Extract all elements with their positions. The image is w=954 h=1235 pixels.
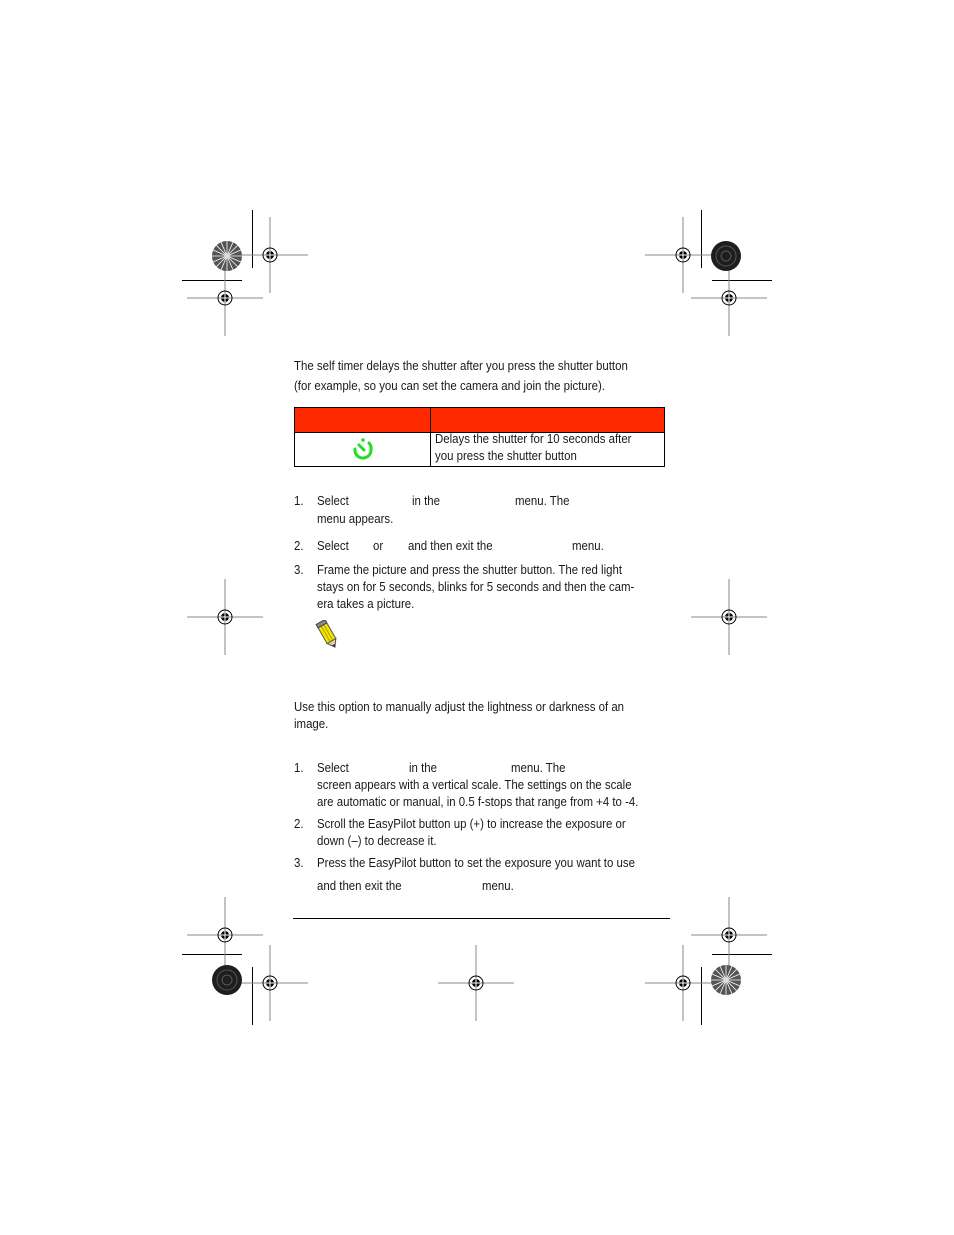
step-text: down (–) to decrease it.	[317, 833, 437, 848]
starburst-target-icon	[710, 964, 742, 1001]
table-cell-description: Delays the shutter for 10 seconds after	[435, 431, 632, 446]
dark-target-icon	[710, 240, 742, 277]
registration-crosshair-icon	[691, 579, 767, 655]
pencil-note-icon	[315, 618, 341, 655]
step-text: Frame the picture and press the shutter …	[317, 562, 623, 577]
step-text: screen appears with a vertical scale. Th…	[317, 777, 632, 792]
step-text: or	[373, 538, 384, 553]
step-number: 2.	[294, 538, 304, 553]
starburst-target-icon	[211, 240, 243, 277]
step-number: 1.	[294, 760, 304, 775]
step-text: menu.	[572, 538, 604, 553]
step-text: era takes a picture.	[317, 596, 415, 611]
step-text: menu. The	[511, 760, 566, 775]
table-header	[295, 408, 664, 432]
self-timer-icon	[351, 437, 377, 466]
table-cell-description: you press the shutter button	[435, 448, 577, 463]
dark-target-icon	[211, 964, 243, 1001]
table-column-divider	[430, 408, 431, 466]
step-number: 3.	[294, 562, 304, 577]
step-text: in the	[409, 760, 437, 775]
step-text: menu appears.	[317, 511, 394, 526]
step-text: menu.	[482, 878, 514, 893]
step-text: Select	[317, 760, 349, 775]
step-text: in the	[412, 493, 440, 508]
registration-crosshair-icon	[187, 579, 263, 655]
registration-crosshair-icon	[232, 945, 308, 1021]
footer-rule	[293, 918, 670, 919]
self-timer-intro-line: The self timer delays the shutter after …	[294, 358, 628, 373]
step-text: Press the EasyPilot button to set the ex…	[317, 855, 635, 870]
step-number: 3.	[294, 855, 304, 870]
step-text: and then exit the	[317, 878, 402, 893]
step-text: are automatic or manual, in 0.5 f-stops …	[317, 794, 639, 809]
step-text: and then exit the	[408, 538, 493, 553]
self-timer-intro-line: (for example, so you can set the camera …	[294, 378, 605, 393]
step-number: 1.	[294, 493, 304, 508]
step-text: Select	[317, 538, 349, 553]
step-number: 2.	[294, 816, 304, 831]
step-text: stays on for 5 seconds, blinks for 5 sec…	[317, 579, 635, 594]
step-text: Scroll the EasyPilot button up (+) to in…	[317, 816, 626, 831]
registration-crosshair-icon	[438, 945, 514, 1021]
exposure-intro-line: image.	[294, 716, 329, 731]
step-text: menu. The	[515, 493, 570, 508]
step-text: Select	[317, 493, 349, 508]
self-timer-table: Delays the shutter for 10 seconds after …	[294, 407, 665, 467]
exposure-intro-line: Use this option to manually adjust the l…	[294, 699, 625, 714]
